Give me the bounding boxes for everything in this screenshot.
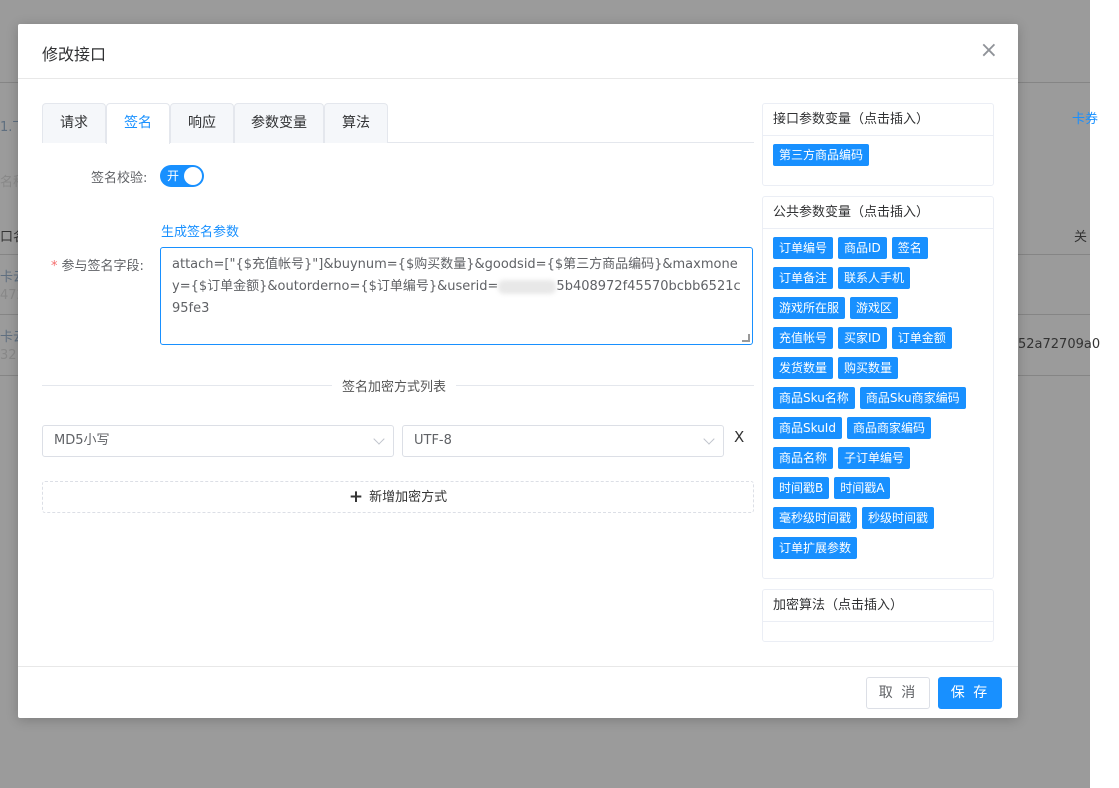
param-chip[interactable]: 商品SkuId xyxy=(773,417,842,439)
api-params-title: 接口参数变量（点击插入） xyxy=(763,104,993,136)
sign-fields-label: * 参与签名字段: xyxy=(51,255,144,274)
bg-fragment: 52a72709a0 xyxy=(1018,337,1101,352)
param-chip[interactable]: 签名 xyxy=(891,237,928,259)
param-chip[interactable]: 商品Sku名称 xyxy=(773,387,855,409)
chip-row: 商品SkuId 商品商家编码 xyxy=(773,417,987,447)
save-button[interactable]: 保 存 xyxy=(938,677,1002,709)
param-chip[interactable]: 买家ID xyxy=(838,327,887,349)
plus-icon: + xyxy=(348,487,364,507)
param-chip[interactable]: 发货数量 xyxy=(773,357,834,379)
param-chip[interactable]: 秒级时间戳 xyxy=(862,507,935,529)
chip-row: 毫秒级时间戳 秒级时间戳 xyxy=(773,507,987,537)
charset-select[interactable]: UTF-8 xyxy=(402,425,724,457)
resize-handle-icon[interactable] xyxy=(742,334,750,342)
tab-response[interactable]: 响应 xyxy=(170,103,234,143)
chip-row: 商品Sku名称 商品Sku商家编码 xyxy=(773,387,987,417)
param-chip[interactable]: 商品商家编码 xyxy=(846,417,931,439)
toggle-on-text: 开 xyxy=(167,169,180,183)
param-chip[interactable]: 商品Sku商家编码 xyxy=(859,387,966,409)
param-chip[interactable]: 时间戳B xyxy=(773,477,830,499)
close-icon[interactable]: × xyxy=(980,39,998,63)
required-asterisk: * xyxy=(51,259,58,274)
generate-sign-params-link[interactable]: 生成签名参数 xyxy=(161,221,239,240)
tab-algorithm[interactable]: 算法 xyxy=(324,103,388,143)
param-chip[interactable]: 毫秒级时间戳 xyxy=(773,507,858,529)
sign-check-toggle[interactable]: 开 xyxy=(160,165,204,187)
param-chip[interactable]: 订单扩展参数 xyxy=(773,537,858,559)
param-chip[interactable]: 充值帐号 xyxy=(773,327,834,349)
chip-row: 发货数量 购买数量 xyxy=(773,357,987,387)
chip-row: 商品名称 子订单编号 xyxy=(773,447,987,477)
public-params-title: 公共参数变量（点击插入） xyxy=(763,197,993,229)
param-chip[interactable]: 联系人手机 xyxy=(838,267,911,289)
tab-param-vars[interactable]: 参数变量 xyxy=(234,103,324,143)
param-chip[interactable]: 购买数量 xyxy=(838,357,899,379)
chip-row: 充值帐号 买家ID 订单金额 xyxy=(773,327,987,357)
edit-api-dialog: 修改接口 × 请求 签名 响应 参数变量 算法 签名校验: 开 生成签名参数 *… xyxy=(18,24,1018,718)
dialog-footer: 取 消 保 存 xyxy=(18,666,1018,718)
chip-row: 订单编号 商品ID 签名 xyxy=(773,237,987,267)
add-encrypt-method-button[interactable]: + 新增加密方式 xyxy=(42,481,754,513)
algo-select-value: MD5小写 xyxy=(54,433,110,448)
param-chip[interactable]: 时间戳A xyxy=(834,477,891,499)
tab-bar: 请求 签名 响应 参数变量 算法 xyxy=(42,103,754,144)
chip-row: 游戏所在服 游戏区 xyxy=(773,297,987,327)
param-chip[interactable]: 商品名称 xyxy=(773,447,834,469)
chip-row: 时间戳B 时间戳A xyxy=(773,477,987,507)
param-chip[interactable]: 订单备注 xyxy=(773,267,834,289)
bg-fragment: 关 xyxy=(1074,230,1088,245)
chevron-down-icon xyxy=(703,433,715,445)
encrypt-algos-panel: 加密算法（点击插入） xyxy=(762,589,994,642)
encrypt-list-title: 签名加密方式列表 xyxy=(332,376,457,395)
sign-fields-textarea[interactable]: attach=["{$充值帐号}"]&buynum={$购买数量}&goodsi… xyxy=(160,247,753,345)
add-method-label: 新增加密方式 xyxy=(369,490,448,505)
remove-method-button[interactable]: X xyxy=(734,428,744,446)
param-chip[interactable]: 子订单编号 xyxy=(838,447,911,469)
public-params-panel: 公共参数变量（点击插入） 订单编号 商品ID 签名 订单备注 联系人手机 游戏所在服 游戏区… xyxy=(762,196,994,579)
charset-select-value: UTF-8 xyxy=(414,433,452,448)
api-params-panel: 接口参数变量（点击插入） 第三方商品编码 xyxy=(762,103,994,186)
chip-row: 订单备注 联系人手机 xyxy=(773,267,987,297)
param-chip[interactable]: 订单编号 xyxy=(773,237,834,259)
bg-fragment: 32 xyxy=(0,348,17,363)
param-chip[interactable]: 游戏区 xyxy=(850,297,899,319)
toggle-knob xyxy=(184,167,202,185)
sign-fields-label-text: 参与签名字段: xyxy=(61,259,144,274)
encrypt-algos-title: 加密算法（点击插入） xyxy=(763,590,993,622)
chip-row: 订单扩展参数 xyxy=(773,537,987,567)
public-params-chips: 订单编号 商品ID 签名 订单备注 联系人手机 游戏所在服 游戏区 充值帐号 买家ID 订单金额发… xyxy=(763,229,993,567)
cancel-button[interactable]: 取 消 xyxy=(866,677,930,709)
param-chip[interactable]: 订单金额 xyxy=(891,327,952,349)
param-chip[interactable]: 第三方商品编码 xyxy=(773,144,870,166)
tab-request[interactable]: 请求 xyxy=(42,103,106,143)
tab-sign[interactable]: 签名 xyxy=(106,103,170,144)
redacted-blur xyxy=(498,279,557,294)
dialog-header: 修改接口 × xyxy=(18,24,1018,79)
param-chip[interactable]: 商品ID xyxy=(838,237,887,259)
api-params-chips: 第三方商品编码 xyxy=(763,136,993,174)
algo-select[interactable]: MD5小写 xyxy=(42,425,394,457)
chevron-down-icon xyxy=(373,433,385,445)
param-chip[interactable]: 游戏所在服 xyxy=(773,297,846,319)
bg-fragment: 卡券 xyxy=(1072,112,1099,127)
dialog-title: 修改接口 xyxy=(42,45,107,64)
sign-check-label: 签名校验: xyxy=(91,171,148,186)
